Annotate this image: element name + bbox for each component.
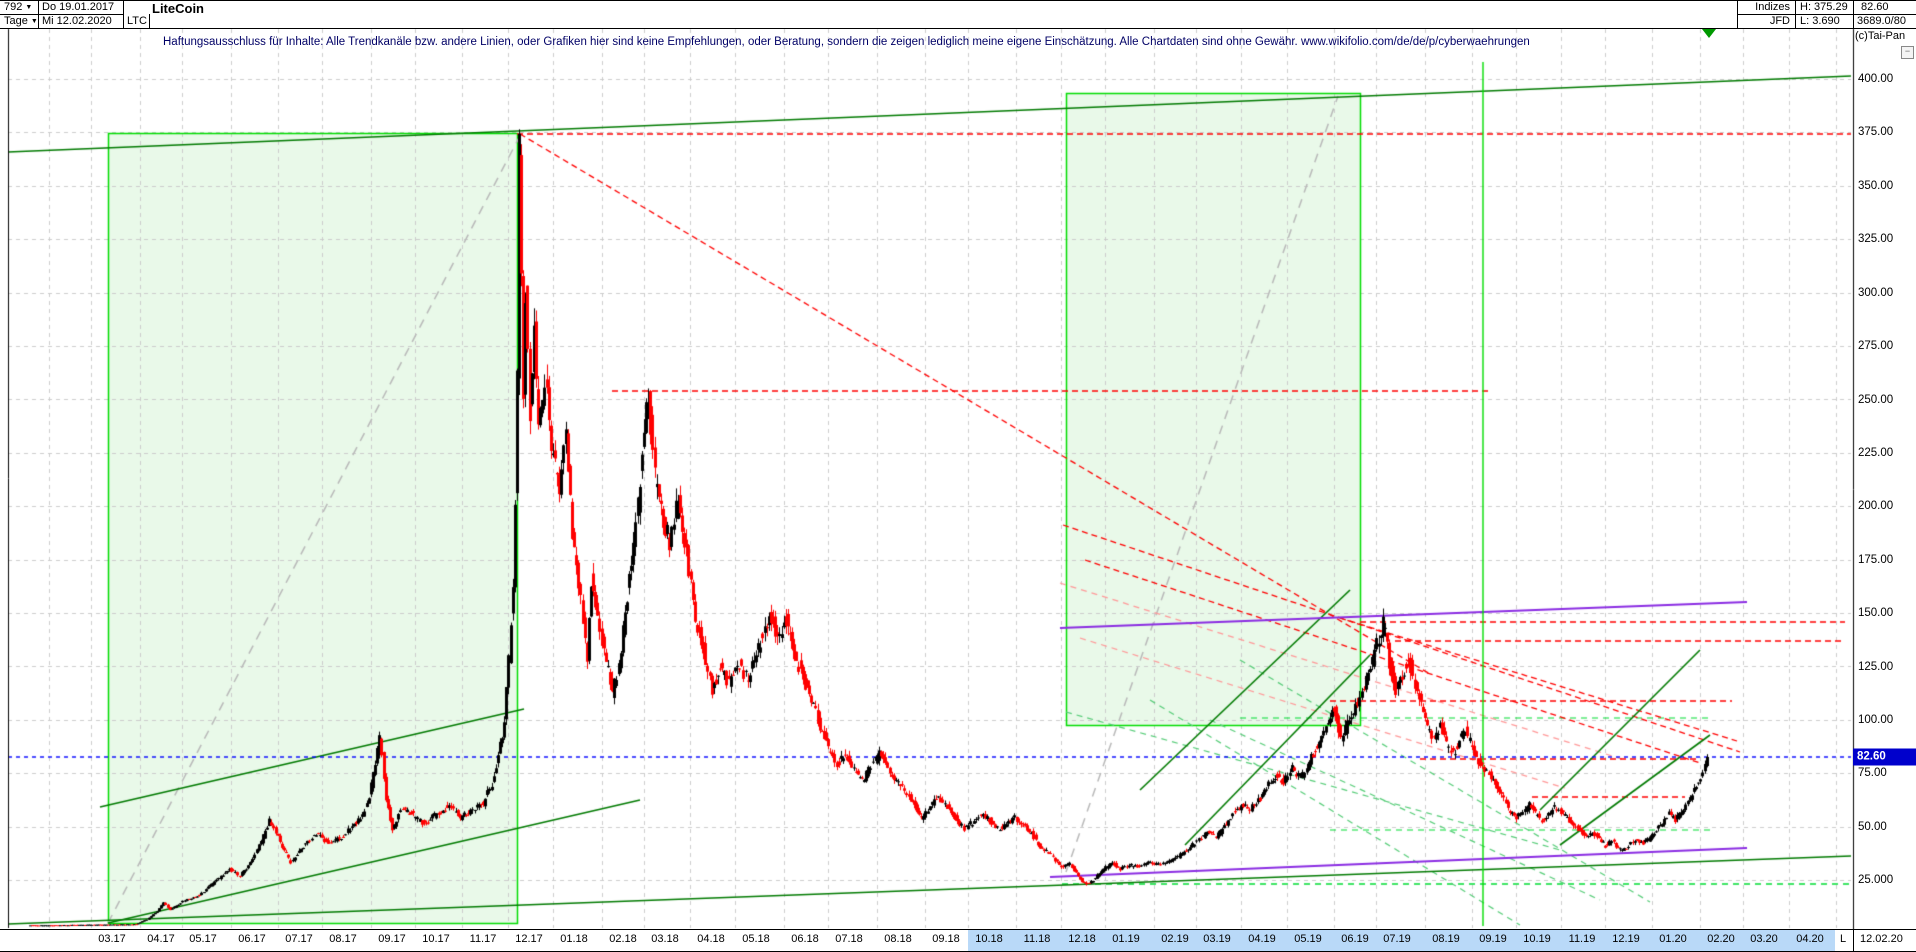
date-axis-label: 11.17 [470,933,497,945]
date-axis-label: 08.18 [884,933,912,945]
date-axis-label: 08.19 [1432,933,1460,945]
price-axis-label: 275.00 [1858,340,1893,352]
date-axis-label: 03.19 [1203,933,1231,945]
volume-label: 3689.0/80 [1857,15,1906,28]
period-dropdown[interactable]: Tage ▼ [4,15,38,28]
date-axis-label: 08.17 [329,933,357,945]
date-axis-label: 01.18 [560,933,588,945]
price-axis-label: 125.00 [1858,661,1893,673]
symbol-cell: LTC [127,15,147,28]
date-axis-separator [1853,930,1854,951]
date-axis-label: 11.18 [1024,933,1051,945]
date-axis-label: 12.18 [1068,933,1096,945]
price-axis-label: 50.00 [1858,821,1887,833]
last-price-header: 82.60 [1861,1,1889,14]
header-bottom-border [0,28,1916,29]
date-axis-label: 04.18 [697,933,725,945]
date-axis-label: 04.20 [1796,933,1824,945]
header-row-divider-left [0,14,124,15]
period-value: Tage [4,15,28,27]
price-axis-label: 200.00 [1858,500,1893,512]
price-axis-label: 175.00 [1858,554,1893,566]
date-axis-label: 09.17 [378,933,406,945]
header-vsep-1 [38,0,39,28]
date-axis-label: 03.20 [1750,933,1778,945]
header-top-border [0,0,1916,1]
date-axis-label: 09.19 [1479,933,1507,945]
date-axis-label: 02.19 [1161,933,1189,945]
date-axis-label: 07.17 [285,933,313,945]
date-axis-label: 12.17 [515,933,543,945]
date-axis-label: 04.19 [1248,933,1276,945]
date-axis-label: 07.18 [835,933,863,945]
header-vsep-3 [149,14,150,28]
price-axis-label: 25.000 [1858,874,1893,886]
cursor-date: 12.02.20 [1860,933,1903,945]
last-price-badge: 82.60 [1853,749,1916,766]
date-axis-label: 10.18 [975,933,1003,945]
indizes-label[interactable]: Indizes [1740,1,1790,14]
price-axis-label: 375.00 [1858,126,1893,138]
price-axis-label: 225.00 [1858,447,1893,459]
date-axis-label: 01.20 [1659,933,1687,945]
disclaimer-text: Haftungsausschluss für Inhalte: Alle Tre… [163,36,1563,48]
price-axis-label: 325.00 [1858,233,1893,245]
date-axis-label: 01.19 [1112,933,1140,945]
header-vsep-5 [1795,0,1796,28]
date-axis-label: 12.19 [1612,933,1640,945]
date-axis-label: 06.19 [1341,933,1369,945]
date-axis-label: 03.17 [98,933,126,945]
chevron-down-icon: ▼ [25,4,32,11]
date-axis-label: 10.19 [1523,933,1551,945]
date-axis-label: 07.19 [1383,933,1411,945]
date-axis-label: 11.19 [1569,933,1596,945]
header-vsep-2 [123,0,124,28]
last-bar-marker-icon [1702,29,1716,38]
tai-pan-chart-window: 792 ▼ Do 19.01.2017 Tage ▼ Mi 12.02.2020… [0,0,1916,952]
chevron-down-icon: ▼ [31,18,38,25]
date-axis-label: 04.17 [147,933,175,945]
bars-count-value: 792 [4,1,22,13]
price-axis-label: 100.00 [1858,714,1893,726]
price-axis-label: 300.00 [1858,287,1893,299]
chart-canvas[interactable] [0,0,1916,952]
date-axis-label: 05.19 [1294,933,1322,945]
bars-count-dropdown[interactable]: 792 ▼ [4,1,32,14]
price-axis-label: 400.00 [1858,73,1893,85]
date-axis-label: 05.17 [189,933,217,945]
price-axis-label: 350.00 [1858,180,1893,192]
period-low: L: 3.690 [1800,15,1840,28]
date-to-cell[interactable]: Mi 12.02.2020 [42,15,112,28]
date-axis-label: 05.18 [742,933,770,945]
date-axis-label: 10.17 [422,933,450,945]
period-high: H: 375.29 [1800,1,1848,14]
header-vsep-6 [1853,0,1854,28]
price-axis-label: 150.00 [1858,607,1893,619]
header-vsep-4 [1737,0,1738,28]
feed-label: JFD [1757,15,1790,28]
date-axis-label: 06.17 [238,933,266,945]
date-axis-label: 02.20 [1707,933,1735,945]
date-axis-label: 03.18 [651,933,679,945]
date-axis[interactable]: L 12.02.20 03.17 04.17 05.17 06.17 07.17 08.1… [0,929,1916,952]
date-axis-label: 06.18 [791,933,819,945]
date-axis-label: 09.18 [932,933,960,945]
copyright-label: (c)Tai-Pan [1855,30,1905,42]
date-from-cell[interactable]: Do 19.01.2017 [42,1,114,14]
price-axis-label: 75.00 [1858,767,1887,779]
cursor-label: L [1840,933,1846,945]
page-title: LiteCoin [152,2,204,15]
collapse-icon[interactable]: − [1901,46,1914,59]
price-axis-label: 250.00 [1858,394,1893,406]
header-row-divider-right [1737,14,1916,15]
date-axis-label: 02.18 [609,933,637,945]
